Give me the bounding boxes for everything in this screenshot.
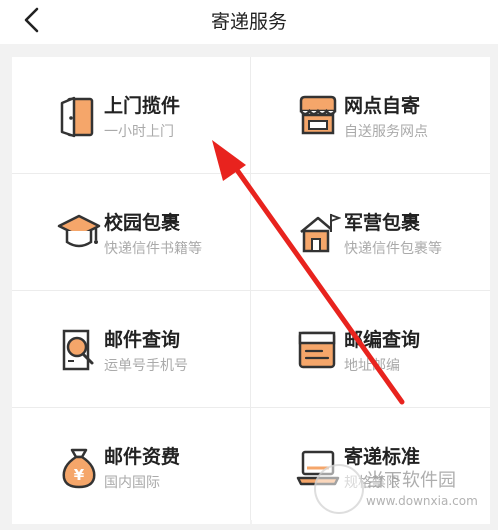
graduation-cap-icon [57,214,101,248]
service-subtitle: 国内国际 [104,475,160,491]
shop-icon [299,95,337,135]
service-self-drop[interactable]: 网点自寄 自送服务网点 [252,57,490,173]
service-label: 网点自寄 [344,95,421,117]
service-label: 邮件资费 [104,446,181,468]
postcode-icon [298,331,336,369]
service-subtitle: 快递信件包裹等 [344,241,442,257]
service-barracks[interactable]: 军营包裹 快递信件包裹等 [252,174,490,290]
document-search-icon [62,329,94,371]
service-postcode-query[interactable]: 邮编查询 地址邮编 [252,291,490,407]
service-label: 邮编查询 [344,329,421,351]
service-label: 军营包裹 [344,212,421,234]
service-label: 校园包裹 [104,212,181,234]
service-subtitle: 地址邮编 [344,358,400,374]
watermark-brand: 当下软件园 [366,470,456,491]
page-title: 寄递服务 [210,11,287,33]
svg-text:¥: ¥ [74,466,85,484]
service-subtitle: 自送服务网点 [344,124,428,140]
service-pickup[interactable]: 上门揽件 一小时上门 [12,57,250,173]
door-icon [60,96,94,138]
service-subtitle: 一小时上门 [104,124,174,140]
grid-divider [12,290,490,291]
header-bar: 寄递服务 [0,0,498,44]
service-label: 上门揽件 [104,95,181,117]
grid-divider [12,173,490,174]
watermark-logo [314,464,364,514]
service-subtitle: 快递信件书籍等 [104,241,202,257]
grid-divider [250,57,251,520]
grid-divider [12,407,490,408]
money-bag-icon: ¥ [62,448,96,489]
barracks-icon [300,213,341,253]
watermark: 当下软件园 www.downxia.com [314,462,498,528]
service-mail-query[interactable]: 邮件查询 运单号手机号 [12,291,250,407]
watermark-url: www.downxia.com [366,494,478,508]
service-campus[interactable]: 校园包裹 快递信件书籍等 [12,174,250,290]
service-label: 邮件查询 [104,329,181,351]
service-subtitle: 运单号手机号 [104,358,188,374]
service-postage[interactable]: ¥ 邮件资费 国内国际 [12,408,250,524]
